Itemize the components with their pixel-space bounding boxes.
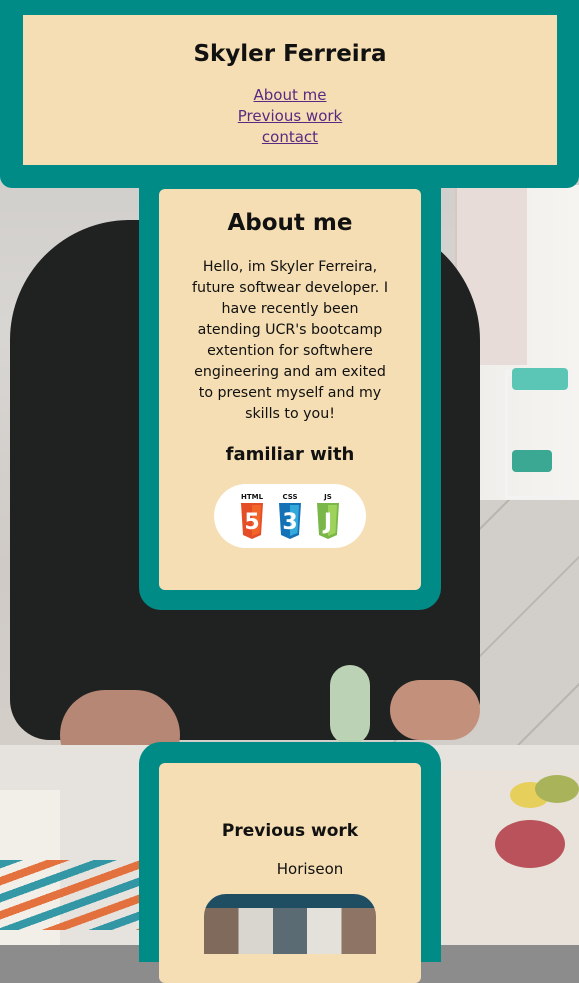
nav-link-about[interactable]: About me <box>254 85 327 106</box>
site-title: Skyler Ferreira <box>193 41 387 67</box>
skills-badge: HTML 5 CSS 3 JS J <box>214 484 366 548</box>
svg-text:HTML: HTML <box>241 493 264 501</box>
previous-work-section: Previous work Horiseon <box>139 742 441 983</box>
svg-text:3: 3 <box>282 510 297 535</box>
header-panel: Skyler Ferreira About me Previous work c… <box>23 15 557 165</box>
about-text: Hello, im Skyler Ferreira, future softwe… <box>192 259 388 422</box>
about-section: About me Hello, im Skyler Ferreira, futu… <box>139 186 441 610</box>
svg-text:CSS: CSS <box>282 493 297 501</box>
svg-text:JS: JS <box>323 493 332 501</box>
previous-work-card: Previous work Horiseon <box>159 763 421 983</box>
css3-icon: CSS 3 <box>279 493 301 539</box>
site-header: Skyler Ferreira About me Previous work c… <box>0 0 579 188</box>
nav-link-contact[interactable]: contact <box>262 127 318 148</box>
svg-text:5: 5 <box>244 510 259 535</box>
about-card: About me Hello, im Skyler Ferreira, futu… <box>159 189 421 590</box>
project-name: Horiseon <box>276 860 344 878</box>
familiar-with-title: familiar with <box>225 444 355 465</box>
project-screenshot[interactable] <box>204 894 376 954</box>
nav-link-previous-work[interactable]: Previous work <box>238 106 342 127</box>
html5-icon: HTML 5 <box>241 493 264 539</box>
js-icon: JS J <box>317 493 339 539</box>
main-nav: About me Previous work contact <box>23 85 557 148</box>
previous-work-title: Previous work <box>221 821 359 841</box>
about-title: About me <box>227 210 353 236</box>
svg-text:J: J <box>322 510 332 535</box>
